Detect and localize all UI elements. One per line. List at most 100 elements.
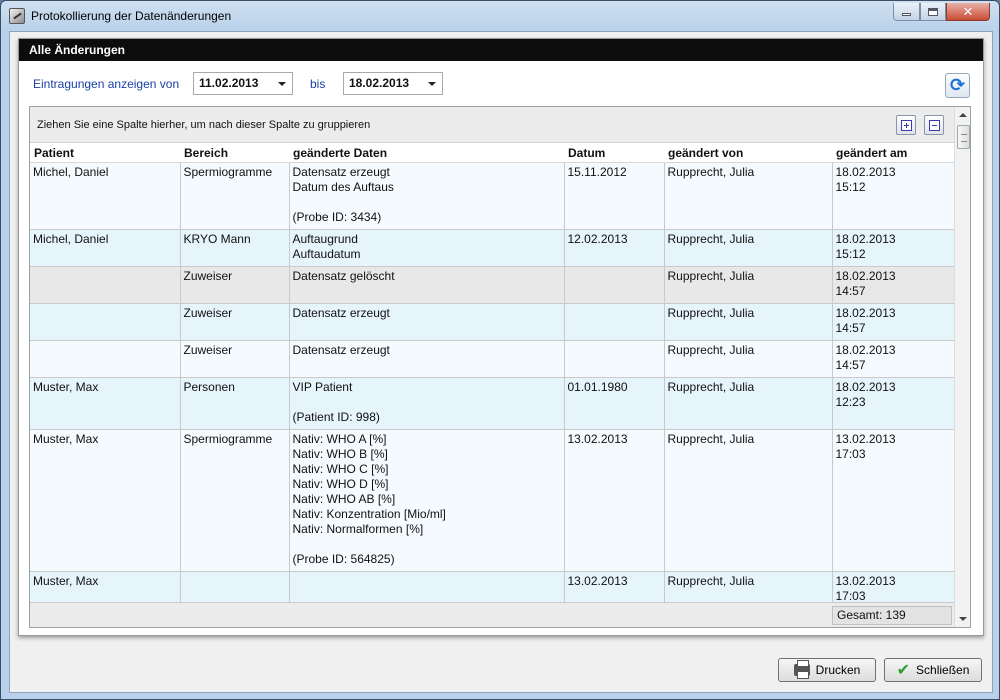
cell-line: Nativ: WHO C [%]	[292, 461, 389, 476]
cell-line: 13.02.2013	[835, 573, 896, 588]
cell-von: Rupprecht, Julia	[664, 162, 833, 230]
cell-line: 18.02.2013	[835, 164, 896, 179]
cell-patient: Michel, Daniel	[30, 229, 181, 267]
cell-line: Nativ: WHO A [%]	[292, 431, 387, 446]
window-title: Protokollierung der Datenänderungen	[31, 9, 232, 23]
total-count: Gesamt: 139	[832, 606, 952, 625]
cell-von: Rupprecht, Julia	[664, 571, 833, 602]
cell-patient: Muster, Max	[30, 571, 181, 602]
close-button[interactable]: ✔ Schließen	[884, 658, 982, 682]
close-button-label: Schließen	[916, 663, 970, 677]
scroll-thumb[interactable]	[957, 125, 970, 149]
collapse-all-button[interactable]	[924, 115, 944, 135]
panel-title: Alle Änderungen	[19, 39, 983, 61]
cell-line: (Patient ID: 998)	[292, 409, 380, 424]
cell-am: 18.02.2013 15:12	[832, 162, 954, 230]
cell-line	[293, 195, 561, 210]
cell-daten: Datensatz erzeugt Datum des Auftaus (Prob…	[289, 162, 565, 230]
table-row[interactable]: Muster, Max Personen VIP Patient (Patient …	[30, 377, 954, 430]
maximize-button[interactable]	[920, 3, 946, 21]
cell-line: Nativ: Konzentration [Mio/ml]	[292, 506, 446, 521]
cell-bereich: Spermiogramme	[180, 162, 290, 230]
chevron-down-icon	[278, 82, 286, 86]
cell-daten: Nativ: WHO A [%] Nativ: WHO B [%] Nativ: W…	[289, 429, 565, 572]
table-row[interactable]: Michel, Daniel KRYO Mann Auftaugrund Auftau…	[30, 229, 954, 267]
column-header-daten[interactable]: geänderte Daten	[289, 144, 564, 163]
cell-line: 13.02.2013	[835, 431, 896, 446]
cell-line: Datensatz erzeugt	[292, 305, 390, 320]
cell-daten	[289, 571, 565, 602]
minus-icon	[928, 119, 940, 131]
cell-daten: Datensatz erzeugt	[289, 303, 565, 341]
vertical-scrollbar[interactable]	[954, 107, 970, 627]
scroll-down-icon[interactable]	[959, 617, 967, 621]
column-header-geaendert-von[interactable]: geändert von	[664, 144, 832, 163]
cell-bereich: KRYO Mann	[180, 229, 290, 267]
changes-table: Patient Bereich geänderte Daten Datum ge…	[30, 144, 954, 602]
cell-line: Nativ: WHO AB [%]	[292, 491, 396, 506]
cell-am: 18.02.2013 12:23	[832, 377, 954, 430]
cell-line: 18.02.2013	[835, 231, 896, 246]
scroll-up-icon[interactable]	[959, 113, 967, 117]
cell-line: 17:03	[835, 446, 866, 461]
cell-line: (Probe ID: 3434)	[292, 209, 382, 224]
cell-patient	[30, 303, 181, 341]
cell-line: 18.02.2013	[835, 379, 896, 394]
table-row[interactable]: Michel, Daniel Spermiogramme Datensatz erz…	[30, 162, 954, 230]
table-row[interactable]: Zuweiser Datensatz erzeugt Rupprecht, Juli…	[30, 303, 954, 341]
cell-patient	[30, 340, 181, 378]
print-button[interactable]: Drucken	[778, 658, 876, 682]
date-to-picker[interactable]: 18.02.2013	[343, 72, 443, 95]
column-header-datum[interactable]: Datum	[564, 144, 664, 163]
close-window-button[interactable]: ✕	[946, 3, 990, 21]
cell-von: Rupprecht, Julia	[664, 340, 833, 378]
cell-bereich: Zuweiser	[180, 340, 290, 378]
app-icon	[9, 8, 25, 24]
cell-line: Nativ: WHO B [%]	[292, 446, 388, 461]
cell-daten: Auftaugrund Auftaudatum	[289, 229, 565, 267]
client-area: Alle Änderungen Eintragungen anzeigen vo…	[9, 31, 993, 693]
date-to-label: bis	[310, 77, 326, 91]
cell-patient: Muster, Max	[30, 429, 181, 572]
cell-am: 13.02.2013 17:03	[832, 429, 954, 572]
cell-bereich	[180, 571, 290, 602]
date-from-picker[interactable]: 11.02.2013	[193, 72, 293, 95]
title-bar: Protokollierung der Datenänderungen ✕	[1, 1, 999, 31]
grid-footer: Gesamt: 139	[30, 602, 954, 627]
printer-icon	[793, 660, 810, 679]
minimize-button[interactable]	[893, 3, 920, 21]
cell-line: 18.02.2013	[835, 305, 896, 320]
cell-am: 18.02.2013 14:57	[832, 303, 954, 341]
column-header-patient[interactable]: Patient	[30, 144, 180, 163]
refresh-button[interactable]: ⟳	[945, 73, 970, 98]
cell-line	[293, 574, 561, 589]
date-range-label: Eintragungen anzeigen von	[33, 77, 180, 91]
cell-line: 15:12	[835, 246, 866, 261]
table-row[interactable]: Muster, Max Spermiogramme Nativ: WHO A [%]…	[30, 429, 954, 572]
cell-daten: VIP Patient (Patient ID: 998)	[289, 377, 565, 430]
plus-icon	[900, 119, 912, 131]
cell-line: 15:12	[835, 179, 866, 194]
table-row[interactable]: Muster, Max 13.02.2013 Rupprecht, Julia 13…	[30, 571, 954, 602]
expand-all-button[interactable]	[896, 115, 916, 135]
cell-von: Rupprecht, Julia	[664, 229, 833, 267]
column-header-bereich[interactable]: Bereich	[180, 144, 289, 163]
cell-am: 13.02.2013 17:03	[832, 571, 954, 602]
cell-line	[293, 395, 561, 410]
cell-datum: 01.01.1980	[564, 377, 665, 430]
cell-bereich: Zuweiser	[180, 266, 290, 304]
cell-line: Datensatz erzeugt	[292, 164, 390, 179]
cell-datum: 12.02.2013	[564, 229, 665, 267]
cell-bereich: Zuweiser	[180, 303, 290, 341]
table-row[interactable]: Zuweiser Datensatz erzeugt Rupprecht, Juli…	[30, 340, 954, 378]
chevron-down-icon	[428, 82, 436, 86]
dialog-window: Protokollierung der Datenänderungen ✕ Al…	[0, 0, 1000, 700]
column-header-geaendert-am[interactable]: geändert am	[832, 144, 954, 163]
cell-daten: Datensatz gelöscht	[289, 266, 565, 304]
cell-datum	[564, 340, 665, 378]
cell-line: Auftaudatum	[292, 246, 361, 261]
group-by-area[interactable]: Ziehen Sie eine Spalte hierher, um nach …	[30, 107, 970, 143]
cell-von: Rupprecht, Julia	[664, 429, 833, 572]
maximize-icon	[928, 7, 938, 16]
table-row[interactable]: Zuweiser Datensatz gelöscht Rupprecht, Jul…	[30, 266, 954, 304]
